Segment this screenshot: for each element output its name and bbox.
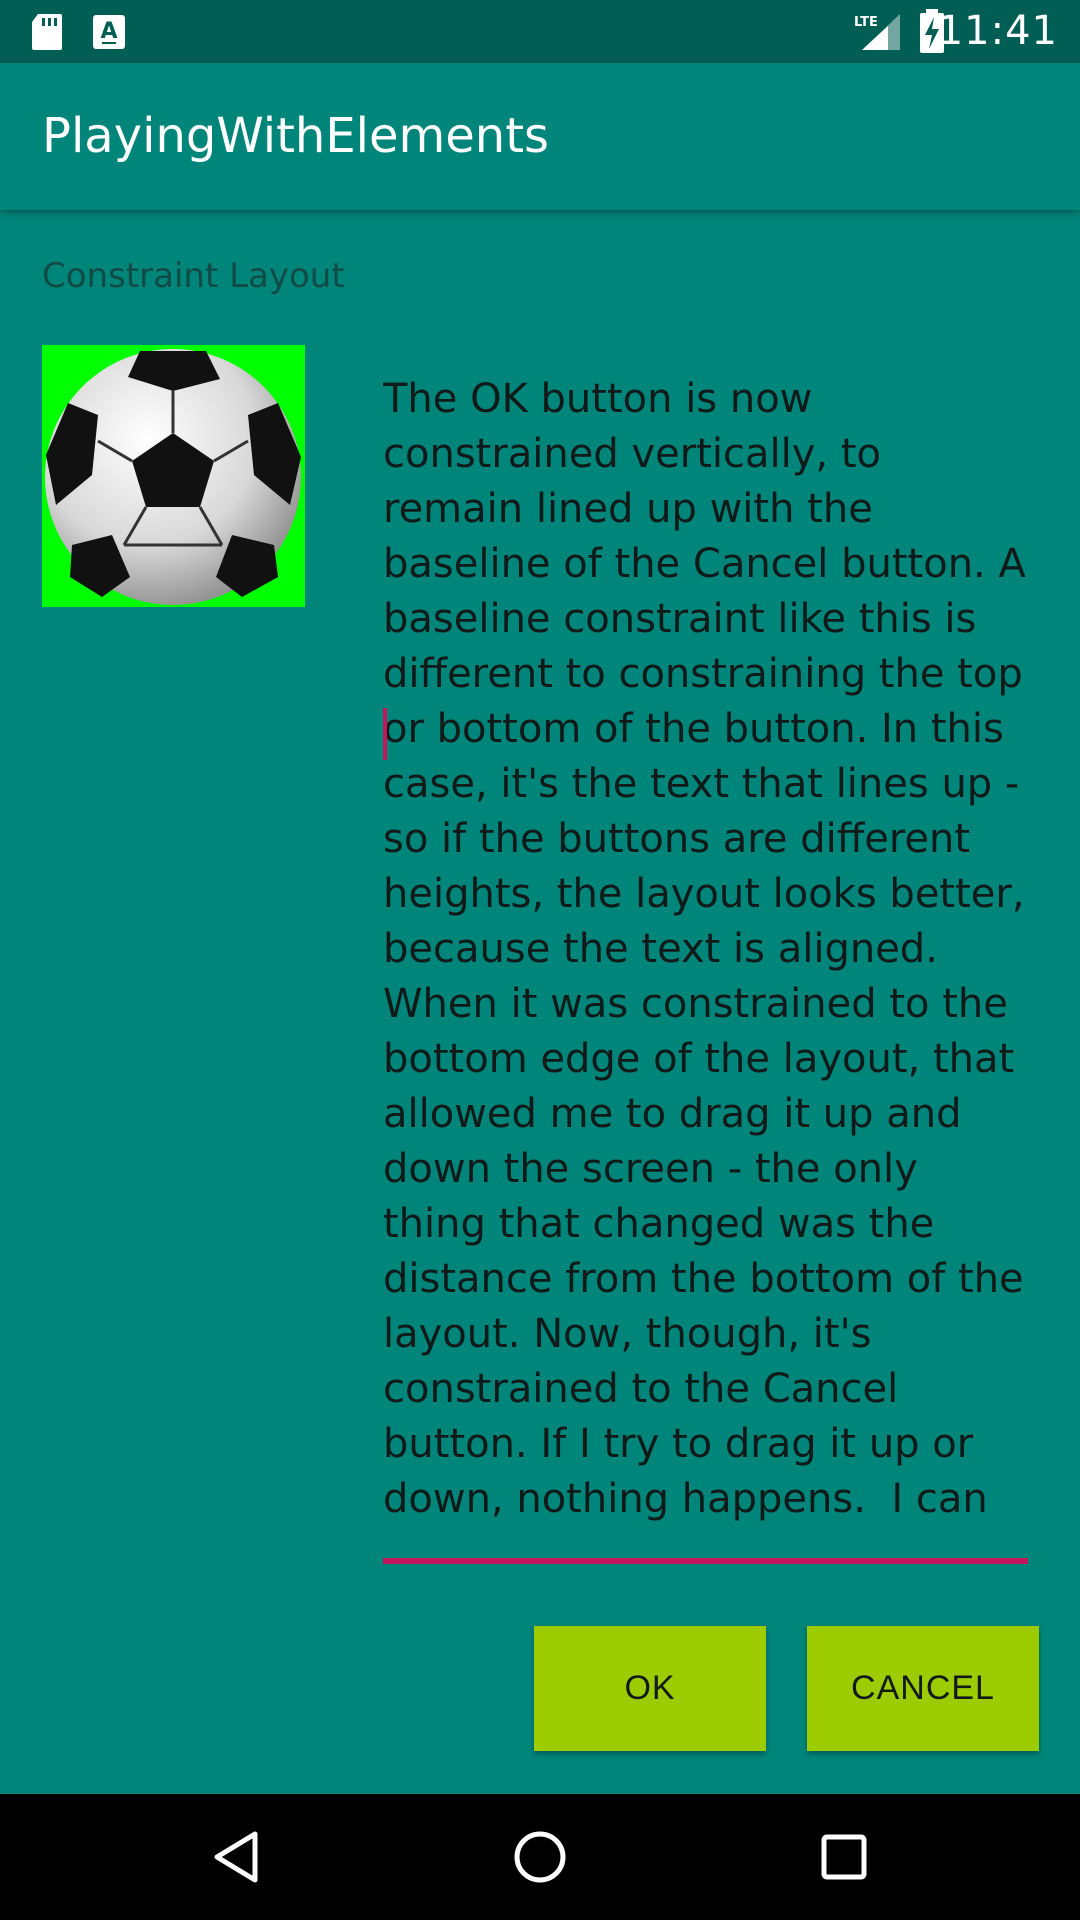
app-bar: PlayingWithElements [0,63,1080,210]
recents-icon [821,1834,867,1880]
text-cursor [383,708,387,760]
home-icon [514,1831,566,1883]
soccer-ball-icon [45,349,301,605]
home-button[interactable] [480,1794,600,1920]
section-label: Constraint Layout [42,256,345,296]
navigation-bar [0,1794,1080,1920]
back-button[interactable] [176,1794,296,1920]
recents-button[interactable] [784,1794,904,1920]
ok-button[interactable]: OK [534,1626,766,1751]
a-notification-icon: A [92,0,126,63]
text-field-underline [383,1558,1028,1564]
soccer-ball-image [42,345,305,607]
status-bar: A LTE 11:41 [0,0,1080,63]
back-icon [214,1831,258,1883]
multiline-text-field[interactable]: The OK button is now constrained vertica… [383,372,1028,1552]
status-clock: 11:41 [937,8,1058,54]
cancel-button[interactable]: CANCEL [807,1626,1039,1751]
lte-label: LTE [854,15,878,30]
lte-signal-icon: LTE [852,0,902,63]
svg-text:A: A [100,19,117,44]
app-title: PlayingWithElements [42,108,550,164]
sd-card-icon [30,0,64,63]
body-text: The OK button is now constrained vertica… [383,376,1026,1522]
